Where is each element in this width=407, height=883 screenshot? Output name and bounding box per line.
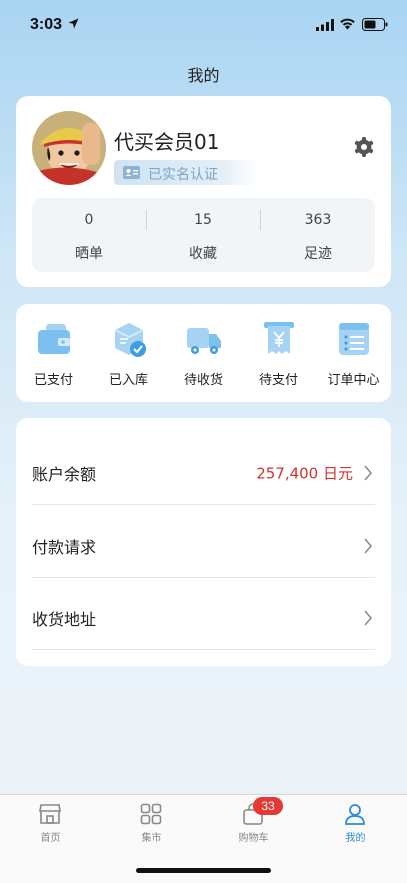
user-icon bbox=[345, 804, 365, 825]
tab-label: 购物车 bbox=[238, 833, 269, 844]
chevron-right-icon bbox=[364, 610, 372, 626]
account-balance-value: 257,400 日元 bbox=[256, 464, 353, 483]
menu-shipping-address[interactable]: 收货地址 bbox=[32, 578, 375, 650]
stat-favorites[interactable]: 15 收藏 bbox=[146, 198, 260, 272]
menu-card: 账户余额 257,400 日元 付款请求 收货地址 bbox=[16, 418, 391, 666]
stat-label: 晒单 bbox=[75, 246, 103, 262]
verified-label: 已实名认证 bbox=[148, 167, 218, 183]
order-paid[interactable]: 已支付 bbox=[16, 304, 91, 402]
menu-label: 账户余额 bbox=[32, 465, 97, 484]
chevron-right-icon bbox=[364, 538, 372, 554]
stat-value: 15 bbox=[194, 212, 212, 228]
order-label: 订单中心 bbox=[327, 373, 380, 388]
order-center[interactable]: 订单中心 bbox=[316, 304, 391, 402]
stat-label: 收藏 bbox=[189, 246, 217, 262]
location-arrow-icon bbox=[68, 18, 79, 29]
nickname: 代买会员01 bbox=[114, 130, 220, 154]
order-label: 已支付 bbox=[33, 373, 73, 388]
menu-account-balance[interactable]: 账户余额 257,400 日元 bbox=[32, 433, 375, 505]
order-stored[interactable]: 已入库 bbox=[91, 304, 166, 402]
battery-icon bbox=[362, 18, 388, 31]
tab-cart[interactable]: 33 购物车 bbox=[203, 795, 304, 855]
home-indicator bbox=[136, 868, 271, 873]
menu-label: 收货地址 bbox=[32, 610, 97, 629]
truck-icon bbox=[187, 328, 221, 354]
tab-label: 我的 bbox=[345, 833, 366, 844]
cellular-signal-icon bbox=[316, 19, 334, 31]
grid-icon bbox=[140, 803, 162, 825]
order-label: 待支付 bbox=[258, 373, 298, 388]
menu-label: 付款请求 bbox=[32, 538, 97, 557]
menu-payment-request[interactable]: 付款请求 bbox=[32, 506, 375, 578]
package-check-icon bbox=[114, 323, 146, 357]
tab-market[interactable]: 集市 bbox=[101, 795, 202, 855]
tab-home[interactable]: 首页 bbox=[0, 795, 101, 855]
order-to-pay[interactable]: 待支付 bbox=[241, 304, 316, 402]
order-list-icon bbox=[339, 323, 369, 355]
order-label: 待收货 bbox=[183, 373, 223, 388]
id-card-icon bbox=[123, 166, 140, 179]
profile-card: 代买会员01 已实名认证 0 晒单 15 收藏 363 足迹 bbox=[16, 96, 391, 287]
tab-label: 首页 bbox=[40, 833, 61, 844]
status-time: 3:03 bbox=[30, 16, 63, 33]
stat-footprints[interactable]: 363 足迹 bbox=[261, 198, 375, 272]
stat-label: 足迹 bbox=[304, 246, 332, 262]
tab-label: 集市 bbox=[141, 833, 162, 844]
verified-badge: 已实名认证 bbox=[114, 160, 258, 185]
wifi-icon bbox=[340, 18, 355, 30]
status-bar: 3:03 bbox=[0, 0, 407, 52]
chevron-right-icon bbox=[364, 465, 372, 481]
avatar[interactable] bbox=[32, 111, 106, 185]
gear-icon[interactable] bbox=[354, 137, 374, 157]
profile-stats: 0 晒单 15 收藏 363 足迹 bbox=[32, 198, 375, 272]
stat-shaidan[interactable]: 0 晒单 bbox=[32, 198, 146, 272]
home-store-icon bbox=[39, 804, 61, 824]
stat-value: 0 bbox=[84, 212, 94, 228]
tab-mine[interactable]: 我的 bbox=[305, 795, 406, 855]
orders-card: 已支付 已入库 待收货 待支付 订单中心 bbox=[16, 304, 391, 402]
stat-value: 363 bbox=[304, 212, 332, 228]
yen-receipt-icon bbox=[264, 322, 294, 354]
page-title: 我的 bbox=[187, 66, 220, 85]
cart-count-badge: 33 bbox=[253, 797, 283, 815]
order-label: 已入库 bbox=[108, 373, 148, 388]
order-to-receive[interactable]: 待收货 bbox=[166, 304, 241, 402]
wallet-icon bbox=[38, 324, 70, 354]
